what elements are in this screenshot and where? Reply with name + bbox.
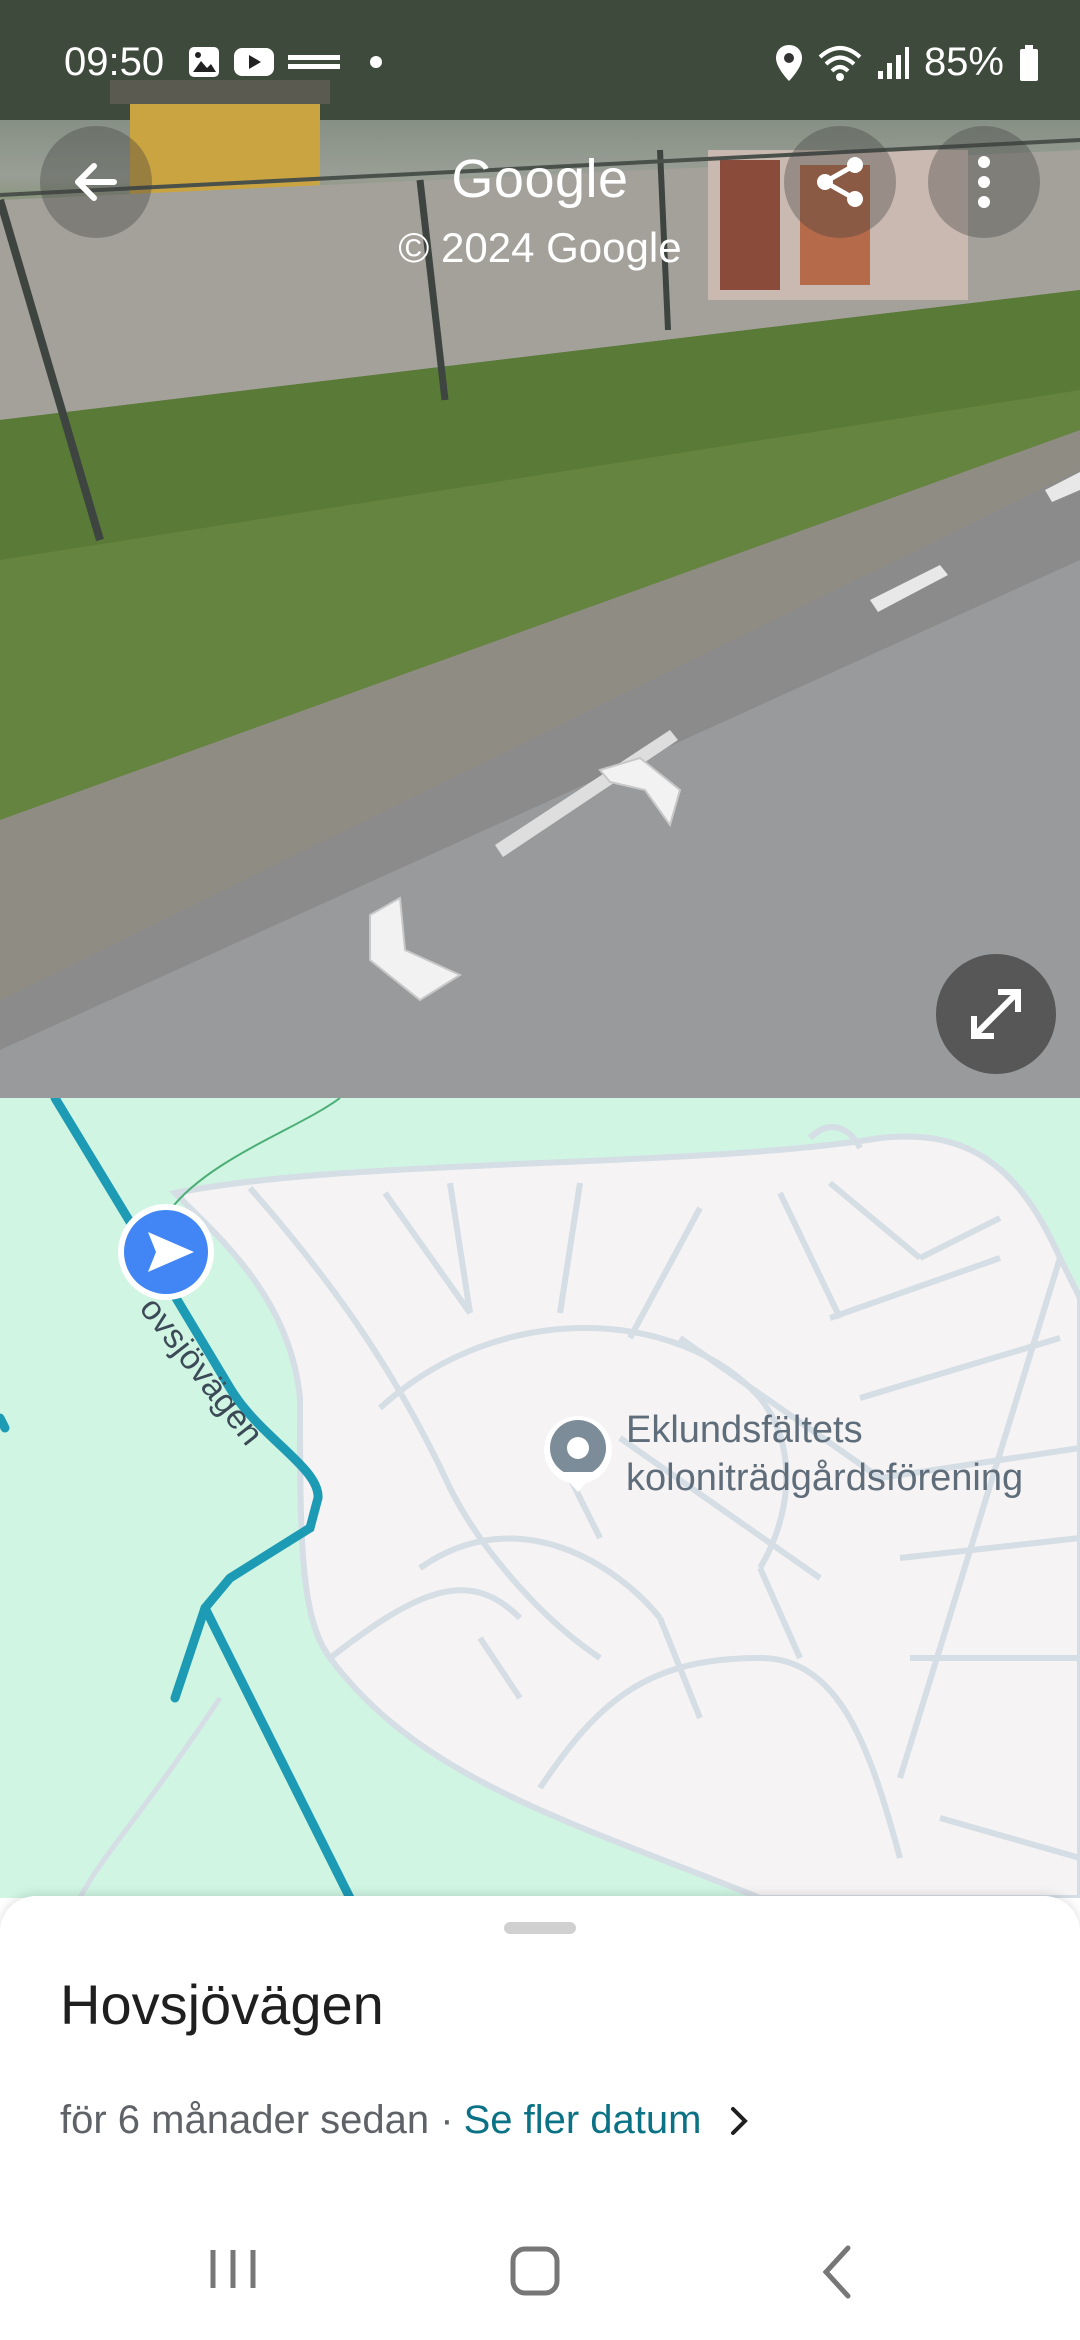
- recents-icon[interactable]: [205, 2244, 261, 2294]
- share-icon: [817, 157, 863, 207]
- drag-handle[interactable]: [504, 1922, 576, 1934]
- poi-name-line2: koloniträdgårdsförening: [626, 1457, 1024, 1499]
- street-view-title: Google: [451, 149, 629, 209]
- copyright-text: © 2024 Google: [398, 224, 682, 271]
- home-icon[interactable]: [508, 2244, 564, 2300]
- wifi-icon: [818, 45, 862, 81]
- signal-icon: [877, 46, 909, 79]
- back-nav-icon[interactable]: [818, 2244, 858, 2300]
- gallery-icon: [189, 47, 219, 77]
- notification-dot-icon: [370, 56, 382, 68]
- system-nav-bar: [0, 2230, 1080, 2340]
- date-info: för 6 månader sedan · Se fler datum: [60, 2098, 751, 2143]
- poi-label[interactable]: Eklundsfältets koloniträdgårdsförening: [626, 1406, 1023, 1502]
- see-more-dates-link[interactable]: Se fler datum: [464, 2098, 702, 2143]
- chevron-right-icon[interactable]: [727, 2103, 751, 2139]
- expand-button[interactable]: [936, 954, 1056, 1074]
- location-title: Hovsjövägen: [60, 1973, 384, 2036]
- expand-icon: [971, 989, 1021, 1039]
- more-options-button[interactable]: [928, 126, 1040, 238]
- youtube-icon: [234, 48, 274, 76]
- status-time: 09:50: [64, 40, 165, 84]
- bottom-sheet[interactable]: Hovsjövägen för 6 månader sedan · Se fle…: [0, 1896, 1080, 2340]
- capture-date-text: för 6 månader sedan ·: [60, 2098, 454, 2142]
- street-view-panorama[interactable]: 09:50 85% Google © 2024 Google: [0, 0, 1080, 1098]
- status-bar: 09:50 85%: [0, 0, 1080, 125]
- battery-percent: 85%: [923, 40, 1004, 84]
- more-vert-icon: [978, 156, 990, 208]
- news-icon: [288, 55, 340, 69]
- location-icon: [775, 44, 802, 81]
- share-button[interactable]: [784, 126, 896, 238]
- poi-name-line1: Eklundsfältets: [626, 1409, 863, 1451]
- battery-icon: [1020, 44, 1038, 81]
